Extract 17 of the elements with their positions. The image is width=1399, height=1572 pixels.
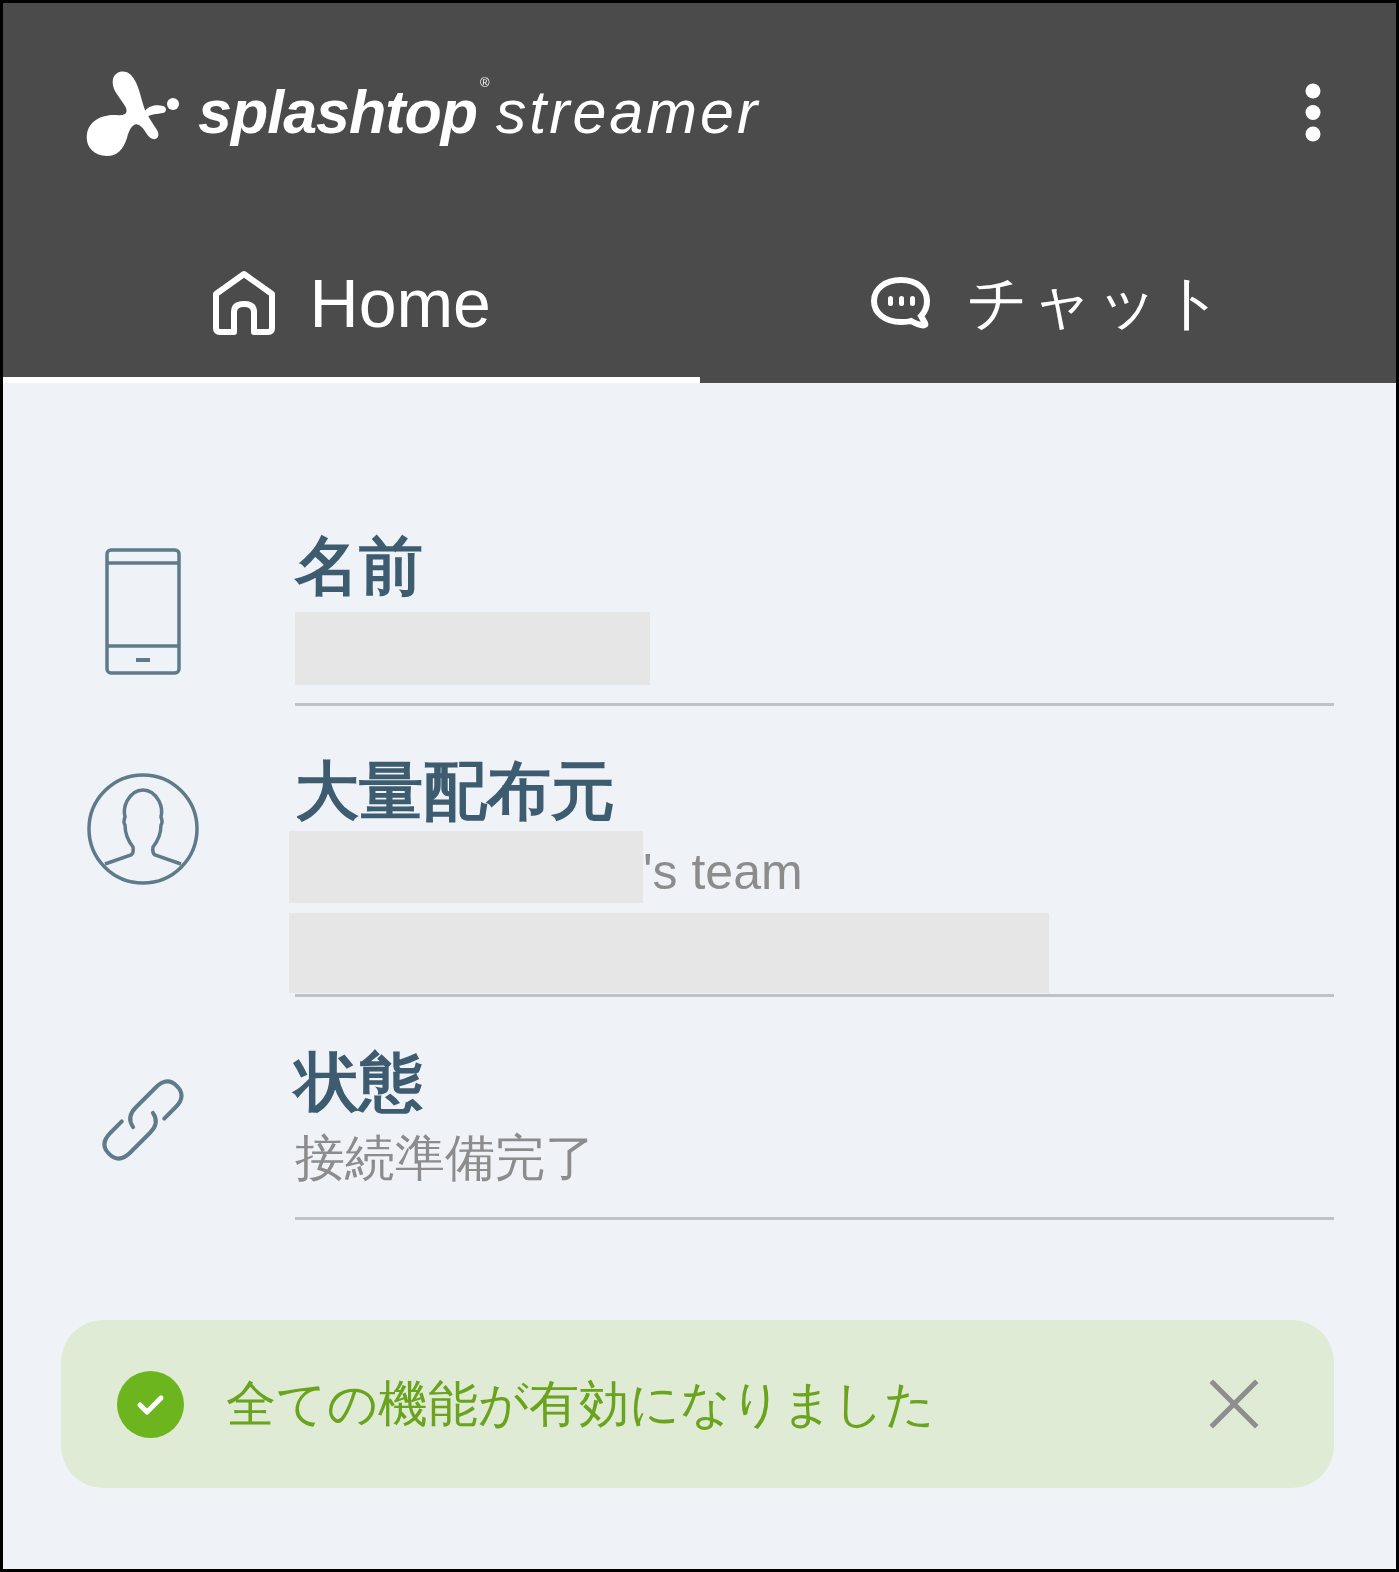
field-label: 名前 — [295, 530, 424, 602]
registered-mark: ® — [480, 75, 490, 89]
user-avatar-icon — [87, 773, 199, 885]
check-circle-icon — [117, 1370, 184, 1438]
close-button[interactable] — [1208, 1378, 1260, 1430]
home-icon — [211, 269, 276, 336]
field-value: 's team — [643, 843, 803, 901]
field-label: 大量配布元 — [295, 755, 616, 827]
more-menu-icon[interactable] — [1305, 83, 1321, 142]
tab[interactable]: チャット — [699, 222, 1396, 383]
smartphone-icon — [105, 548, 181, 675]
close-icon — [1209, 1379, 1259, 1429]
splash-logo-icon — [85, 69, 181, 156]
field-value: 接続準備完了 — [295, 1129, 596, 1188]
chat-bubble-icon — [868, 275, 933, 330]
notification-message: 全ての機能が有効になりました — [226, 1375, 936, 1434]
logo-product-text: streamer — [495, 82, 761, 143]
